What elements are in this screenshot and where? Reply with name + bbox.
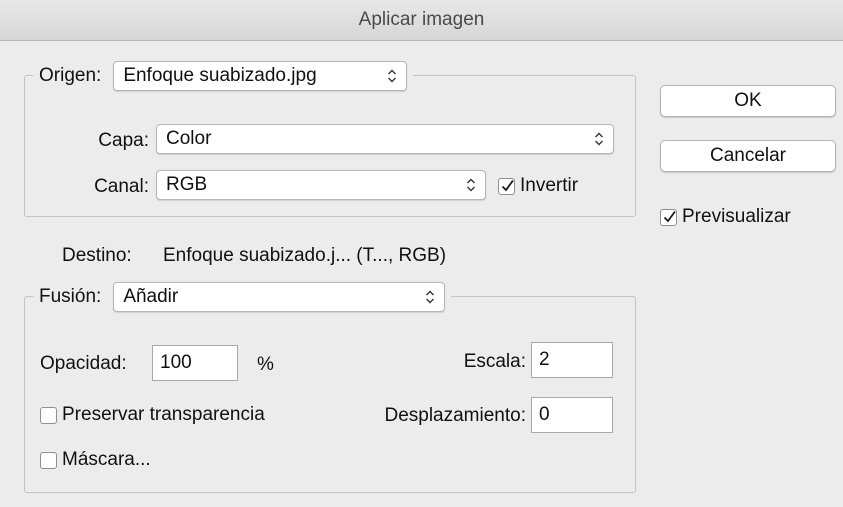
invert-label: Invertir	[520, 175, 579, 196]
updown-chevron-icon	[388, 69, 397, 83]
layer-value: Color	[166, 128, 212, 149]
mask-checkbox-box[interactable]	[40, 451, 57, 469]
origin-file-value: Enfoque suabizado.jpg	[123, 65, 317, 86]
invert-checkbox-box[interactable]	[498, 177, 515, 195]
opacity-input[interactable]: 100	[152, 345, 238, 381]
layer-label: Capa:	[98, 130, 149, 151]
opacity-value: 100	[160, 352, 192, 373]
destination-label: Destino:	[62, 245, 132, 266]
scale-value: 2	[539, 349, 550, 370]
preserve-transparency-box[interactable]	[40, 406, 57, 424]
scale-label: Escala:	[463, 351, 526, 372]
checkmark-icon	[501, 179, 514, 191]
origin-label: Origen:	[39, 65, 102, 86]
preserve-transparency-checkbox[interactable]: Preservar transparencia	[40, 404, 265, 426]
channel-value: RGB	[166, 174, 208, 195]
blending-legend: Fusión: Añadir	[33, 282, 452, 312]
mask-label: Máscara...	[62, 449, 151, 470]
cancel-button[interactable]: Cancelar	[660, 140, 836, 172]
channel-popup[interactable]: RGB	[156, 170, 486, 200]
opacity-unit: %	[257, 354, 274, 375]
window-title: Aplicar imagen	[358, 9, 485, 30]
updown-chevron-icon	[595, 132, 603, 146]
checkmark-icon	[663, 210, 676, 222]
blend-mode-value: Añadir	[123, 286, 179, 307]
preview-checkbox[interactable]: Previsualizar	[660, 206, 791, 228]
offset-label: Desplazamiento:	[384, 405, 526, 426]
preview-label: Previsualizar	[682, 206, 791, 227]
cancel-label: Cancelar	[709, 145, 787, 166]
offset-value: 0	[539, 404, 550, 425]
destination-value: Enfoque suabizado.j... (T..., RGB)	[163, 245, 447, 266]
origin-file-popup[interactable]: Enfoque suabizado.jpg	[113, 61, 408, 91]
preview-checkbox-box[interactable]	[660, 208, 677, 226]
invert-checkbox[interactable]: Invertir	[498, 175, 578, 197]
channel-label: Canal:	[94, 176, 149, 197]
origin-legend: Origen: Enfoque suabizado.jpg	[33, 61, 414, 91]
mask-checkbox[interactable]: Máscara...	[40, 449, 151, 471]
blend-mode-popup[interactable]: Añadir	[113, 282, 446, 312]
title-bar: Aplicar imagen	[0, 0, 843, 41]
ok-label: OK	[734, 90, 762, 111]
preserve-transparency-label: Preservar transparencia	[62, 404, 265, 425]
blending-label: Fusión:	[39, 286, 102, 307]
scale-input[interactable]: 2	[531, 342, 613, 378]
updown-chevron-icon	[426, 290, 435, 304]
opacity-label: Opacidad:	[40, 353, 127, 374]
offset-input[interactable]: 0	[531, 397, 613, 433]
layer-popup[interactable]: Color	[156, 124, 614, 154]
updown-chevron-icon	[467, 178, 475, 192]
ok-button[interactable]: OK	[660, 85, 836, 117]
